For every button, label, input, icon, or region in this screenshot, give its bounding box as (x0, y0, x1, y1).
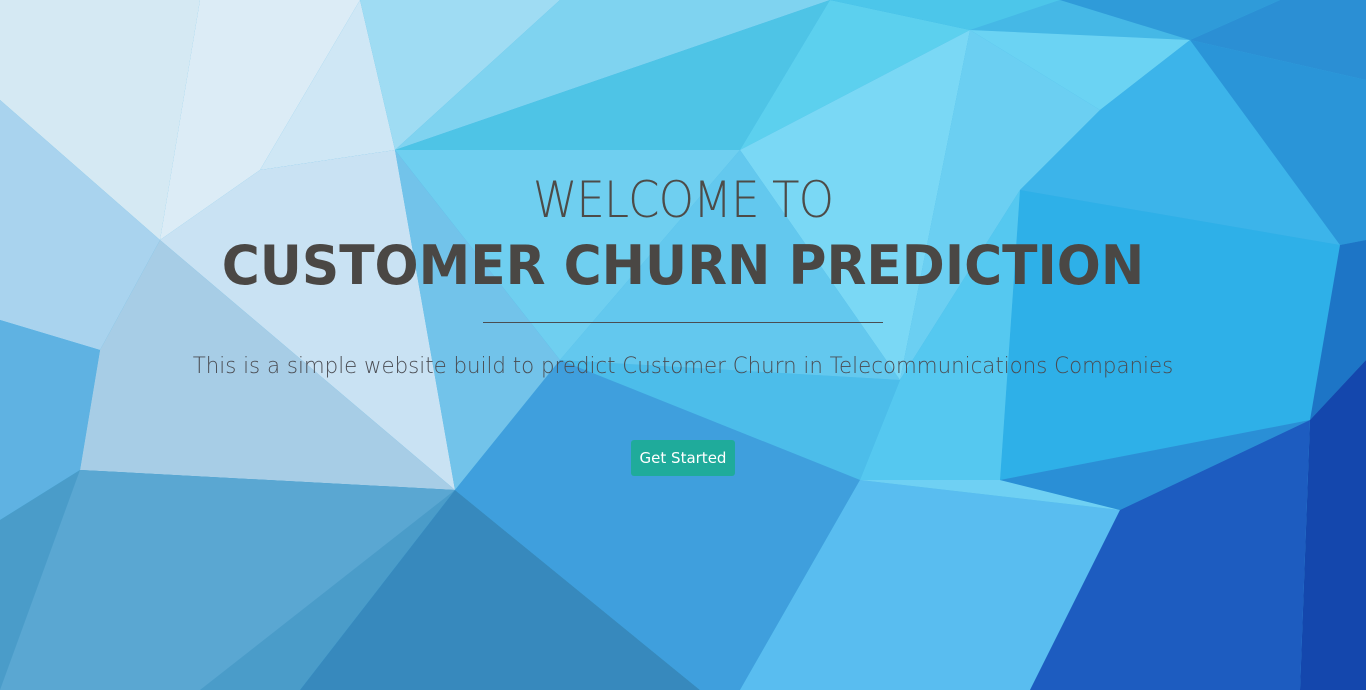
page-title: CUSTOMER CHURN PREDICTION (221, 234, 1145, 297)
hero-subtitle: This is a simple website build to predic… (192, 354, 1174, 379)
title-divider (483, 322, 883, 323)
welcome-heading: WELCOME TO (532, 171, 834, 229)
get-started-button[interactable]: Get Started (631, 440, 735, 476)
hero-section: WELCOME TO CUSTOMER CHURN PREDICTION Thi… (0, 0, 1366, 690)
